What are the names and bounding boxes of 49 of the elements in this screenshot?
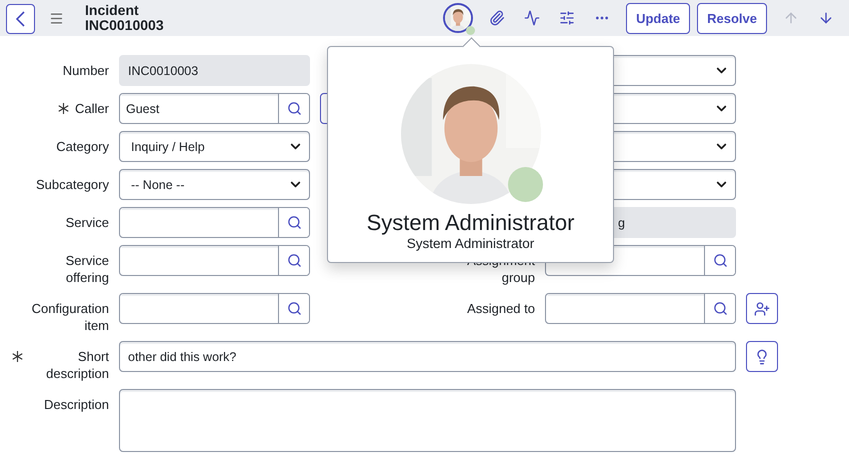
field-label: Caller [75, 100, 109, 117]
lookup-field[interactable] [119, 293, 310, 324]
field-label: Assigned to [467, 300, 535, 317]
search-button[interactable] [278, 246, 309, 275]
search-icon [286, 253, 302, 268]
field-label: Subcategory [36, 176, 109, 193]
readonly-field: INC0010003 [119, 55, 310, 86]
textarea-field[interactable] [119, 389, 736, 452]
lightbulb-button[interactable] [746, 341, 778, 372]
select-field[interactable]: -- None -- [119, 169, 310, 200]
chevron-left-icon [16, 11, 25, 27]
search-button[interactable] [704, 294, 735, 323]
user-plus-icon [754, 300, 770, 316]
lookup-field[interactable] [119, 245, 310, 276]
back-button[interactable] [6, 4, 35, 34]
action-button[interactable]: Resolve [697, 2, 767, 34]
paperclip-icon[interactable] [488, 10, 505, 26]
add-user-button[interactable] [746, 293, 778, 324]
search-icon [286, 301, 302, 316]
search-button[interactable] [278, 94, 309, 123]
action-button[interactable]: Update [626, 2, 690, 34]
field-label: Configuration item [30, 300, 109, 334]
user-title: System Administrator [406, 236, 534, 252]
activity-icon[interactable] [524, 10, 540, 26]
select-field[interactable]: Inquiry / Help [119, 131, 310, 162]
search-button[interactable] [278, 208, 309, 237]
field-label: Description [44, 396, 109, 413]
field-label: Short description [45, 348, 109, 382]
user-avatar[interactable] [443, 3, 474, 33]
lookup-field[interactable]: Guest [119, 93, 310, 124]
lookup-field[interactable] [119, 207, 310, 238]
search-icon [712, 301, 728, 316]
search-icon [712, 253, 728, 268]
lookup-field[interactable] [545, 245, 736, 276]
record-number: INC0010003 [85, 18, 164, 33]
search-button[interactable] [704, 246, 735, 275]
text-field[interactable]: other did this work? [119, 341, 736, 372]
field-label: Number [62, 62, 109, 79]
search-button[interactable] [278, 294, 309, 323]
field-label: Service [66, 214, 109, 231]
lookup-field[interactable] [545, 293, 736, 324]
search-icon [286, 215, 302, 230]
settings-icon[interactable] [558, 10, 575, 26]
field-label: Service offering [64, 252, 109, 286]
field-label: Category [56, 138, 109, 155]
record-type: Incident [85, 3, 140, 18]
search-icon [286, 101, 302, 116]
arrow-down-icon[interactable] [818, 10, 834, 26]
menu-icon[interactable] [48, 10, 64, 26]
